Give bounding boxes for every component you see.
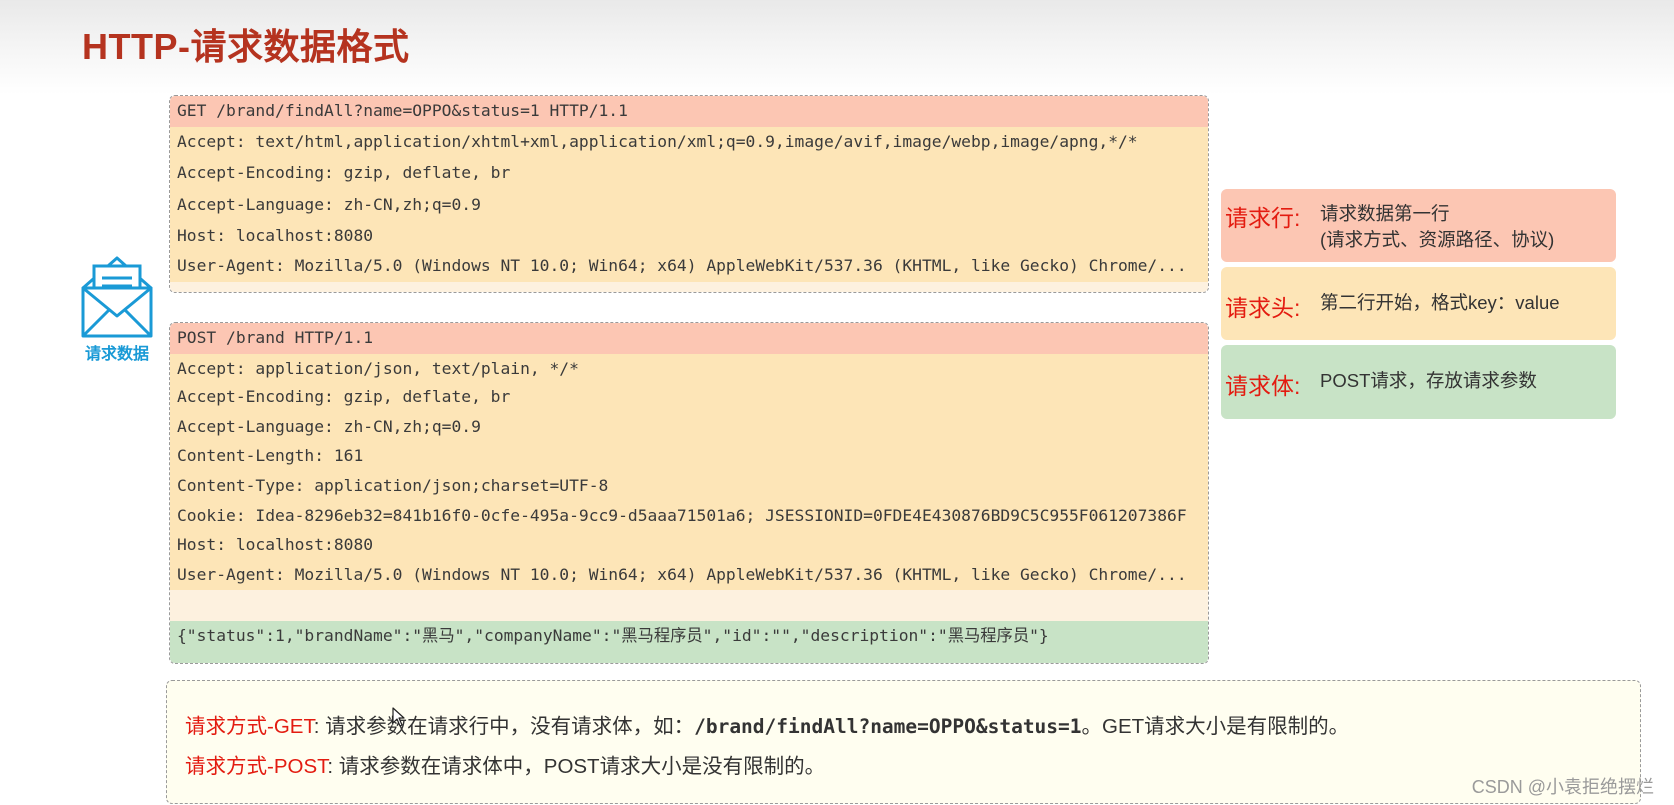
legend-request-body-term: 请求体: xyxy=(1225,373,1301,399)
post-request-box: POST /brand HTTP/1.1 Accept: application… xyxy=(169,322,1209,664)
note-get: 请求方式-GET: 请求参数在请求行中，没有请求体，如：/brand/findA… xyxy=(185,709,1349,739)
note-get-text: : 请求参数在请求行中，没有请求体，如： xyxy=(313,715,695,738)
get-header-accept: Accept: text/html,application/xhtml+xml,… xyxy=(170,127,1208,158)
legend-request-line-desc: 请求数据第一行 (请求方式、资源路径、协议) xyxy=(1320,201,1554,253)
legend-request-line-desc-1: 请求数据第一行 xyxy=(1320,203,1450,224)
post-request-body: {"status":1,"brandName":"黑马","companyNam… xyxy=(170,621,1208,663)
envelope-icon xyxy=(77,252,157,342)
post-header-host: Host: localhost:8080 xyxy=(170,530,1208,560)
legend-request-line: 请求行: 请求数据第一行 (请求方式、资源路径、协议) xyxy=(1221,189,1616,262)
legend-request-header: 请求头: 第二行开始，格式key：value xyxy=(1221,267,1616,340)
legend-request-line-desc-2: (请求方式、资源路径、协议) xyxy=(1320,229,1555,250)
post-header-cookie: Cookie: Idea-8296eb32=841b16f0-0cfe-495a… xyxy=(170,501,1208,530)
note-post: 请求方式-POST: 请求参数在请求体中，POST请求大小是没有限制的。 xyxy=(185,749,825,779)
post-header-user-agent: User-Agent: Mozilla/5.0 (Windows NT 10.0… xyxy=(170,560,1208,590)
note-get-text-after: 。GET请求大小是有限制的。 xyxy=(1081,715,1350,738)
get-request-box: GET /brand/findAll?name=OPPO&status=1 HT… xyxy=(169,95,1209,293)
post-request-line: POST /brand HTTP/1.1 xyxy=(170,323,1208,354)
get-header-accept-language: Accept-Language: zh-CN,zh;q=0.9 xyxy=(170,190,1208,221)
note-post-term: 请求方式-POST xyxy=(185,755,328,778)
legend-request-header-desc: 第二行开始，格式key：value xyxy=(1320,292,1560,313)
page-title: HTTP-请求数据格式 xyxy=(82,26,410,67)
mouse-cursor-icon xyxy=(392,707,406,732)
legend-request-line-term: 请求行: xyxy=(1225,205,1301,231)
note-get-code: /brand/findAll?name=OPPO&status=1 xyxy=(694,715,1082,738)
post-blank-line xyxy=(170,590,1208,621)
legend-request-body-desc: POST请求，存放请求参数 xyxy=(1320,370,1537,391)
notes-box: 请求方式-GET: 请求参数在请求行中，没有请求体，如：/brand/findA… xyxy=(166,680,1641,804)
note-get-term: 请求方式-GET xyxy=(185,715,314,738)
post-header-content-type: Content-Type: application/json;charset=U… xyxy=(170,471,1208,501)
post-header-accept-language: Accept-Language: zh-CN,zh;q=0.9 xyxy=(170,412,1208,441)
post-header-accept: Accept: application/json, text/plain, */… xyxy=(170,354,1208,382)
post-header-accept-encoding: Accept-Encoding: gzip, deflate, br xyxy=(170,382,1208,412)
get-header-host: Host: localhost:8080 xyxy=(170,221,1208,251)
note-post-text: : 请求参数在请求体中，POST请求大小是没有限制的。 xyxy=(327,755,826,778)
post-header-content-length: Content-Length: 161 xyxy=(170,441,1208,471)
get-header-user-agent: User-Agent: Mozilla/5.0 (Windows NT 10.0… xyxy=(170,251,1208,282)
get-header-accept-encoding: Accept-Encoding: gzip, deflate, br xyxy=(170,158,1208,190)
envelope-label: 请求数据 xyxy=(84,346,149,363)
get-blank-line xyxy=(170,282,1208,292)
legend-request-body: 请求体: POST请求，存放请求参数 xyxy=(1221,345,1616,419)
get-request-line: GET /brand/findAll?name=OPPO&status=1 HT… xyxy=(170,96,1208,127)
legend-request-header-term: 请求头: xyxy=(1225,295,1301,321)
watermark: CSDN @小袁拒绝摆烂 xyxy=(1471,777,1654,797)
